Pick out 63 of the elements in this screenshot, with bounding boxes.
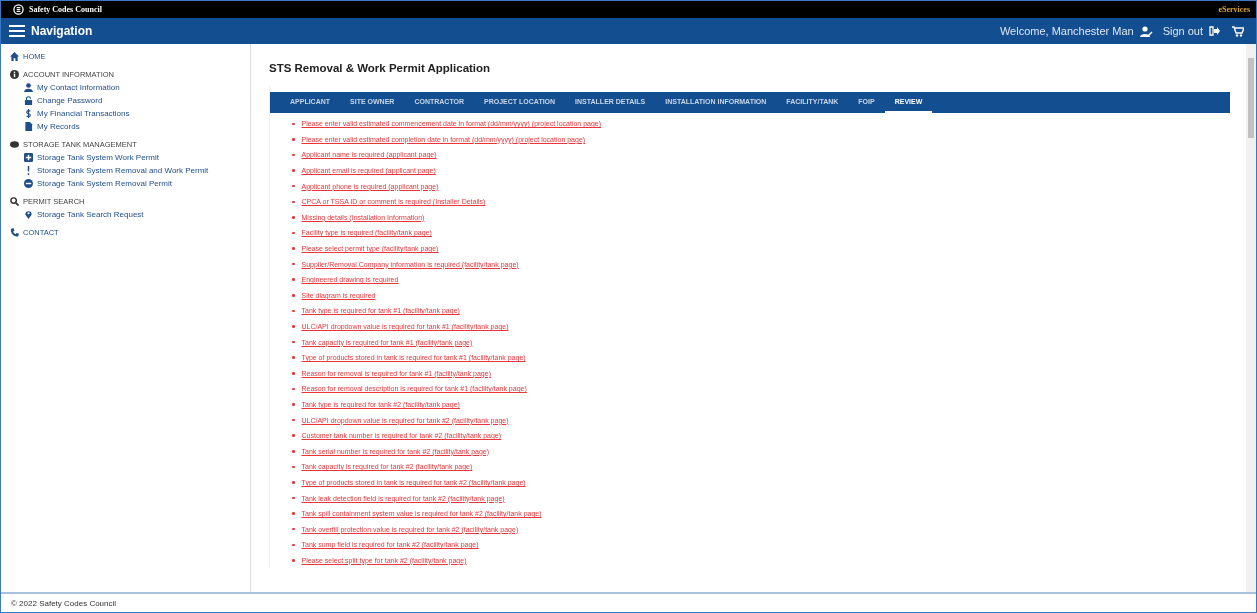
user-edit-icon[interactable] xyxy=(1139,25,1153,37)
search-icon xyxy=(10,197,19,206)
sidebar-link[interactable]: Storage Tank System Work Permit xyxy=(37,153,159,162)
menu-icon[interactable] xyxy=(9,25,25,37)
dollar-icon xyxy=(24,109,33,118)
bullet-icon xyxy=(292,481,295,484)
logo-icon xyxy=(13,4,24,15)
bullet-icon xyxy=(292,278,295,281)
minus-circle-icon xyxy=(24,179,33,188)
bullet-icon xyxy=(292,496,295,500)
sign-out-link[interactable]: Sign out xyxy=(1162,25,1203,37)
bullet-icon xyxy=(292,465,295,469)
sidebar-link[interactable]: Storage Tank System Removal Permit xyxy=(37,179,172,188)
bullet-icon xyxy=(292,543,295,547)
bullet-icon xyxy=(292,216,295,219)
bullet-icon xyxy=(292,231,295,235)
bullet-icon xyxy=(292,200,295,203)
document-icon xyxy=(24,122,33,131)
map-pin-icon xyxy=(24,210,33,219)
home-icon xyxy=(10,52,19,61)
sidebar-link[interactable]: Storage Tank Search Request xyxy=(37,210,144,219)
bullet-icon xyxy=(292,262,295,266)
bullet-icon xyxy=(292,418,295,422)
lock-icon xyxy=(24,96,33,105)
bullet-icon xyxy=(292,247,295,250)
bullet-icon xyxy=(292,512,295,515)
bullet-icon xyxy=(292,309,295,313)
sidebar-link[interactable]: My Financial Transactions xyxy=(37,109,130,118)
sidebar-link[interactable]: My Contact Information xyxy=(37,83,120,92)
bullet-icon xyxy=(292,356,295,359)
copyright-text: © 2022 Safety Codes Council xyxy=(11,598,117,608)
brand-name: Safety Codes Council xyxy=(29,5,102,14)
bullet-icon xyxy=(292,325,295,328)
bullet-icon xyxy=(292,153,295,157)
plus-square-icon xyxy=(24,153,33,162)
bullet-icon xyxy=(292,528,295,531)
info-icon xyxy=(10,70,19,79)
bullet-icon xyxy=(292,122,295,126)
chat-bubble-icon xyxy=(10,140,19,149)
page-title: STS Removal & Work Permit Application xyxy=(269,62,492,74)
scrollbar-thumb[interactable] xyxy=(1248,58,1254,138)
scrollbar[interactable] xyxy=(1246,44,1256,592)
cart-icon[interactable] xyxy=(1232,25,1244,37)
bullet-icon xyxy=(292,340,295,344)
bullet-icon xyxy=(292,294,295,297)
sidebar-link[interactable]: Storage Tank System Removal and Work Permit xyxy=(37,166,209,175)
bullet-icon xyxy=(292,559,295,562)
bullet-icon xyxy=(292,403,295,406)
sidebar-link[interactable]: My Records xyxy=(37,122,80,131)
sign-out-icon[interactable] xyxy=(1209,26,1220,36)
bullet-icon xyxy=(292,434,295,437)
welcome-text: Welcome, Manchester Man xyxy=(999,25,1134,37)
bullet-icon xyxy=(292,169,295,172)
bullet-icon xyxy=(292,450,295,453)
navigation-title: Navigation xyxy=(31,24,93,38)
bullet-icon xyxy=(292,138,295,141)
service-name: eServices xyxy=(1218,5,1250,14)
bullet-icon xyxy=(292,387,295,391)
bullet-icon xyxy=(292,184,295,188)
sidebar-link[interactable]: Change Password xyxy=(37,96,103,105)
phone-icon xyxy=(10,228,19,237)
bullet-icon xyxy=(292,372,295,375)
user-icon xyxy=(24,83,33,92)
